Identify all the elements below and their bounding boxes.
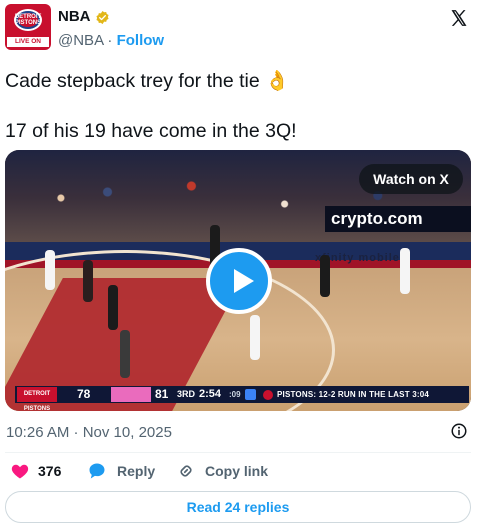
x-logo-icon[interactable] — [449, 8, 469, 28]
reply-icon[interactable] — [87, 461, 107, 481]
author-handle[interactable]: @NBA — [58, 32, 103, 49]
video-player[interactable]: crypto.com xfinity mobile Watch on X DET… — [5, 150, 471, 411]
read-replies-button[interactable]: Read 24 replies — [5, 491, 471, 523]
player-figure — [83, 260, 93, 302]
avatar-text-line2: PISTONS — [14, 20, 42, 26]
avatar-badge: LIVE ON PEACOCK — [7, 37, 49, 50]
watch-on-x-button[interactable]: Watch on X — [359, 164, 463, 194]
player-figure — [250, 315, 260, 360]
play-icon — [234, 269, 254, 293]
follow-button[interactable]: Follow — [117, 32, 165, 49]
tweet-text: Cade stepback trey for the tie 👌 17 of h… — [5, 67, 475, 145]
player-figure — [400, 248, 410, 294]
reply-button[interactable]: Reply — [117, 461, 155, 481]
scorebug-shield-icon — [245, 389, 256, 400]
tweet-line-1: Cade stepback trey for the tie 👌 — [5, 70, 290, 92]
copy-link-button[interactable]: Copy link — [205, 461, 268, 481]
scorebug-shot-clock: :09 — [229, 390, 241, 399]
divider — [5, 452, 471, 453]
scorebug-team1-badge: DETROIT PISTONS — [17, 387, 57, 411]
player-figure — [320, 255, 330, 297]
author-name[interactable]: NBA — [58, 8, 91, 25]
scorebug-message-text: PISTONS: 12-2 RUN IN THE LAST 3:04 — [277, 390, 430, 399]
pistons-mini-logo-icon — [263, 389, 273, 400]
scorebug-clock: 2:54 — [199, 388, 222, 400]
scorebug: DETROIT PISTONS 78 81 3RD 2:54 :09 PISTO… — [15, 386, 469, 411]
player-figure — [120, 330, 130, 378]
player-figure — [45, 250, 55, 290]
like-count[interactable]: 376 — [38, 461, 61, 481]
video-ad-board: crypto.com — [325, 206, 471, 232]
play-button[interactable] — [206, 248, 272, 314]
heart-icon[interactable] — [10, 461, 30, 481]
scorebug-team2-badge — [111, 387, 151, 402]
scorebug-team2-score: 81 — [155, 387, 169, 401]
avatar[interactable]: DETROIT PISTONS LIVE ON PEACOCK — [5, 4, 51, 50]
scorebug-team1-score: 78 — [77, 387, 91, 401]
player-figure — [108, 285, 118, 330]
tweet-line-2: 17 of his 19 have come in the 3Q! — [5, 120, 297, 142]
separator-dot: · — [107, 32, 113, 49]
tweet-timestamp[interactable]: 10:26 AM · Nov 10, 2025 — [6, 424, 172, 441]
info-icon[interactable] — [450, 422, 468, 440]
author-handle-row: @NBA · Follow — [58, 32, 164, 49]
verified-badge-icon — [96, 10, 109, 25]
link-icon[interactable] — [176, 461, 196, 481]
scorebug-quarter: 3RD — [177, 389, 196, 399]
scorebug-message: PISTONS: 12-2 RUN IN THE LAST 3:04 — [263, 386, 429, 403]
